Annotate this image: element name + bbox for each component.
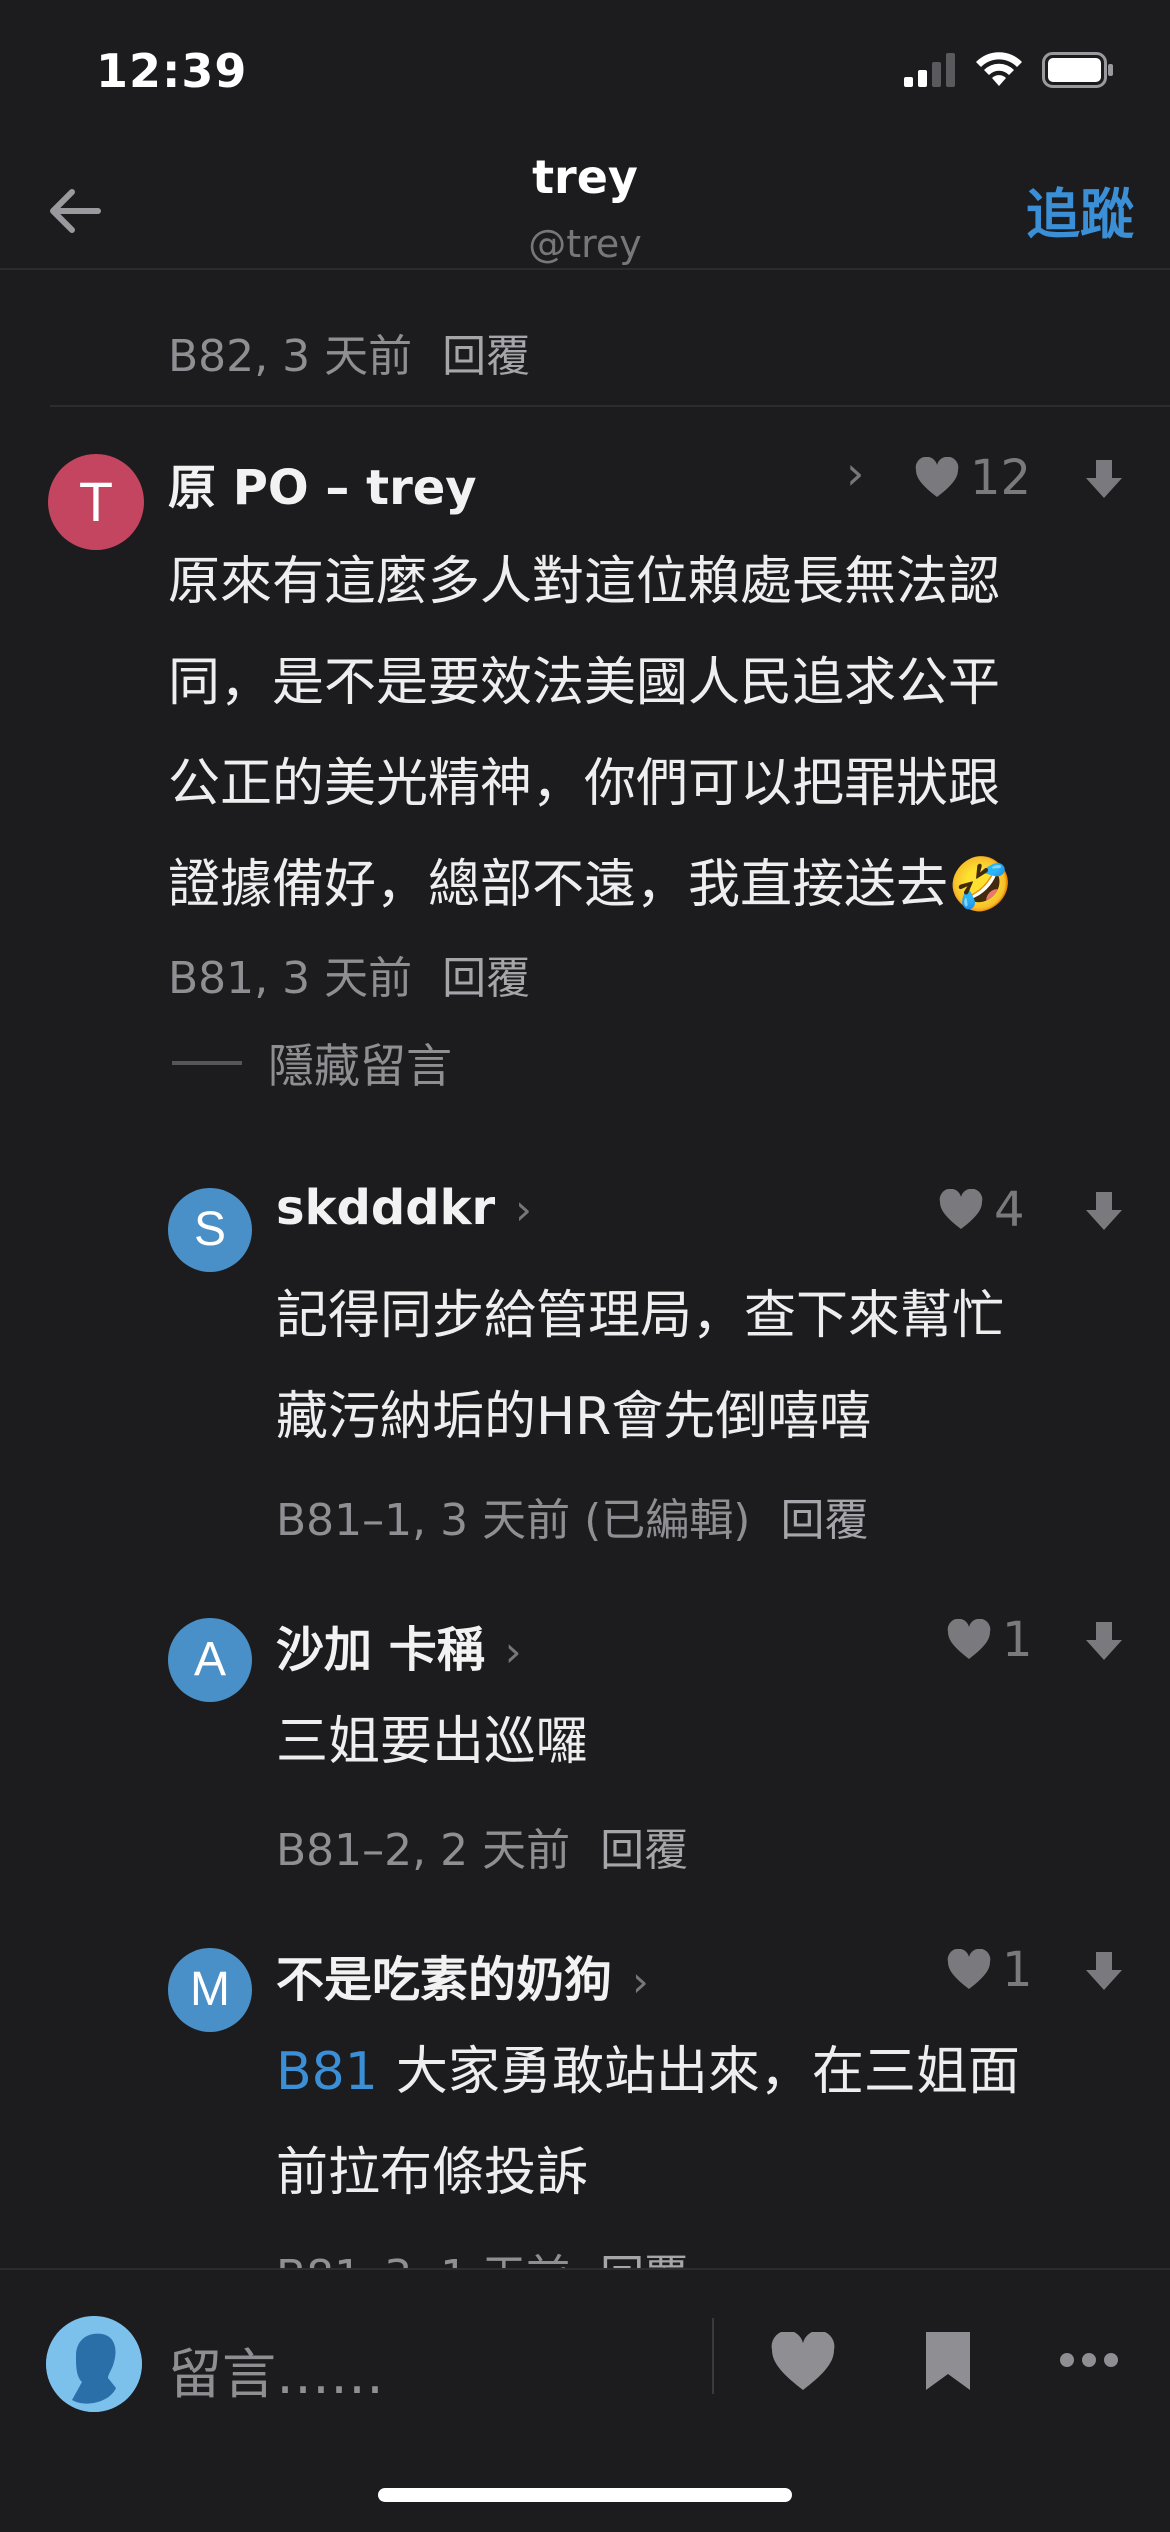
comment-line: 證據備好，總部不遠，我直接送去🤣 bbox=[168, 855, 1013, 915]
comment-line: 三姐要出巡囉 bbox=[276, 1712, 589, 1772]
time-label: 1 天前 bbox=[440, 2251, 570, 2268]
comment-input[interactable]: 留言…… bbox=[168, 2330, 384, 2409]
downvote-icon[interactable] bbox=[1082, 1620, 1126, 1664]
divider bbox=[50, 405, 1170, 407]
chevron-right-icon[interactable]: › bbox=[846, 446, 864, 500]
divider bbox=[712, 2318, 714, 2394]
reply-button[interactable]: 回覆 bbox=[442, 953, 530, 1004]
comment-body: B81 大家勇敢站出來，在三姐面 前拉布條投訴 bbox=[276, 2022, 1020, 2224]
comment-meta: B81–2, 2 天前 回覆 bbox=[276, 1825, 689, 1876]
heart-icon bbox=[947, 1619, 991, 1659]
downvote-icon[interactable] bbox=[1082, 458, 1126, 502]
time-label: 3 天前 bbox=[282, 331, 413, 382]
heart-icon bbox=[947, 1949, 991, 1989]
comment-body: 記得同步給管理局，查下來幫忙 藏污納垢的HR會先倒嘻嘻 bbox=[276, 1266, 1004, 1468]
floor-label: B81–2 bbox=[276, 1825, 413, 1876]
reply-button[interactable]: 回覆 bbox=[600, 2251, 688, 2268]
comment-meta: B81, 3 天前 回覆 bbox=[168, 953, 531, 1004]
author-name: 沙加 卡稱 bbox=[276, 1622, 485, 1678]
comment-line: 原來有這麼多人對這位賴處長無法認 bbox=[168, 552, 1001, 612]
comment-line: 藏污納垢的HR會先倒嘻嘻 bbox=[276, 1387, 872, 1447]
nav-title: trey bbox=[532, 150, 638, 204]
comment-meta: B81–1, 3 天前 (已編輯) 回覆 bbox=[276, 1495, 869, 1546]
bookmark-icon[interactable] bbox=[922, 2328, 974, 2394]
like-count: 4 bbox=[994, 1182, 1025, 1238]
like-button[interactable]: 4 bbox=[938, 1182, 1025, 1238]
nav-bar: trey @trey 追蹤 bbox=[0, 140, 1170, 270]
screen: 12:39 trey @trey 追蹤 B82, 3 天前 回覆 T 原 PO … bbox=[0, 0, 1170, 2532]
home-indicator bbox=[378, 2488, 792, 2502]
comment-line: 前拉布條投訴 bbox=[276, 2143, 589, 2203]
downvote-icon[interactable] bbox=[1082, 1190, 1126, 1234]
comment-line: 公正的美光精神，你們可以把罪狀跟 bbox=[168, 754, 1001, 814]
avatar[interactable]: T bbox=[48, 454, 144, 550]
time-label: 3 天前 bbox=[282, 953, 413, 1004]
reply-button[interactable]: 回覆 bbox=[442, 331, 530, 382]
reply-button[interactable]: 回覆 bbox=[780, 1495, 868, 1546]
user-avatar[interactable] bbox=[46, 2316, 142, 2412]
comment-body: 原來有這麼多人對這位賴處長無法認 同，是不是要效法美國人民追求公平 公正的美光精… bbox=[168, 532, 1013, 936]
reply-button[interactable]: 回覆 bbox=[600, 1825, 688, 1876]
heart-icon bbox=[915, 457, 959, 497]
dash-line bbox=[172, 1061, 242, 1065]
comment-author[interactable]: 不是吃素的奶狗 › bbox=[276, 1940, 649, 2010]
author-name: skdddkr bbox=[276, 1180, 496, 1236]
downvote-icon[interactable] bbox=[1082, 1950, 1126, 1994]
wifi-icon bbox=[976, 52, 1022, 86]
time-label: 2 天前 bbox=[440, 1825, 571, 1876]
comment-line: 記得同步給管理局，查下來幫忙 bbox=[276, 1286, 1005, 1346]
follow-button[interactable]: 追蹤 bbox=[1026, 170, 1134, 249]
comment-line: 同，是不是要效法美國人民追求公平 bbox=[168, 653, 1001, 713]
status-bar: 12:39 bbox=[0, 0, 1170, 140]
floor-label: B81–1 bbox=[276, 1495, 413, 1546]
status-time: 12:39 bbox=[96, 44, 248, 98]
chevron-right-icon: › bbox=[504, 1627, 522, 1676]
author-name: 不是吃素的奶狗 bbox=[276, 1952, 613, 2008]
edited-label: (已編輯) bbox=[584, 1495, 751, 1546]
comment-meta: B81–3, 1 天前回覆 bbox=[276, 2240, 688, 2268]
floor-label: B82 bbox=[168, 331, 255, 382]
chevron-right-icon: › bbox=[632, 1957, 649, 2006]
hide-comments-toggle[interactable]: 隱藏留言 bbox=[172, 1030, 452, 1096]
cellular-signal-icon bbox=[904, 53, 955, 87]
comment-list[interactable]: B82, 3 天前 回覆 T 原 PO – trey › 12 原來有這麼多人對這… bbox=[0, 270, 1170, 2268]
comment-author[interactable]: 沙加 卡稱 › bbox=[276, 1610, 522, 1680]
comment-author[interactable]: skdddkr › bbox=[276, 1180, 532, 1236]
hide-comments-label: 隱藏留言 bbox=[268, 1039, 452, 1093]
comment-body: 三姐要出巡囉 bbox=[276, 1692, 588, 1793]
like-count: 1 bbox=[1002, 1612, 1033, 1668]
like-button[interactable]: 1 bbox=[946, 1942, 1033, 1998]
heart-icon[interactable] bbox=[770, 2332, 836, 2392]
like-button[interactable]: 12 bbox=[914, 450, 1031, 506]
floor-label: B81 bbox=[168, 953, 255, 1004]
battery-icon bbox=[1042, 52, 1113, 88]
avatar[interactable]: S bbox=[168, 1188, 252, 1272]
like-count: 12 bbox=[970, 450, 1032, 506]
chevron-right-icon: › bbox=[515, 1185, 532, 1234]
floor-reference-link[interactable]: B81 bbox=[276, 2042, 378, 2102]
nav-subtitle: @trey bbox=[528, 222, 642, 266]
time-label: 3 天前 bbox=[440, 1495, 571, 1546]
like-count: 1 bbox=[1002, 1942, 1033, 1998]
floor-label: B81–3 bbox=[276, 2251, 412, 2268]
user-silhouette-icon bbox=[46, 2316, 142, 2412]
heart-icon bbox=[939, 1189, 983, 1229]
more-options-icon[interactable] bbox=[1058, 2350, 1120, 2370]
avatar[interactable]: M bbox=[168, 1948, 252, 2032]
comment-author[interactable]: 原 PO – trey bbox=[168, 448, 477, 518]
comment-line: B81 大家勇敢站出來，在三姐面 bbox=[276, 2022, 1020, 2123]
avatar[interactable]: A bbox=[168, 1618, 252, 1702]
previous-comment-meta: B82, 3 天前 回覆 bbox=[168, 331, 531, 382]
status-icons bbox=[904, 52, 1114, 88]
bottom-bar: 留言…… bbox=[0, 2268, 1170, 2532]
comment-line-text: 大家勇敢站出來，在三姐面 bbox=[395, 2042, 1020, 2102]
like-button[interactable]: 1 bbox=[946, 1612, 1033, 1668]
